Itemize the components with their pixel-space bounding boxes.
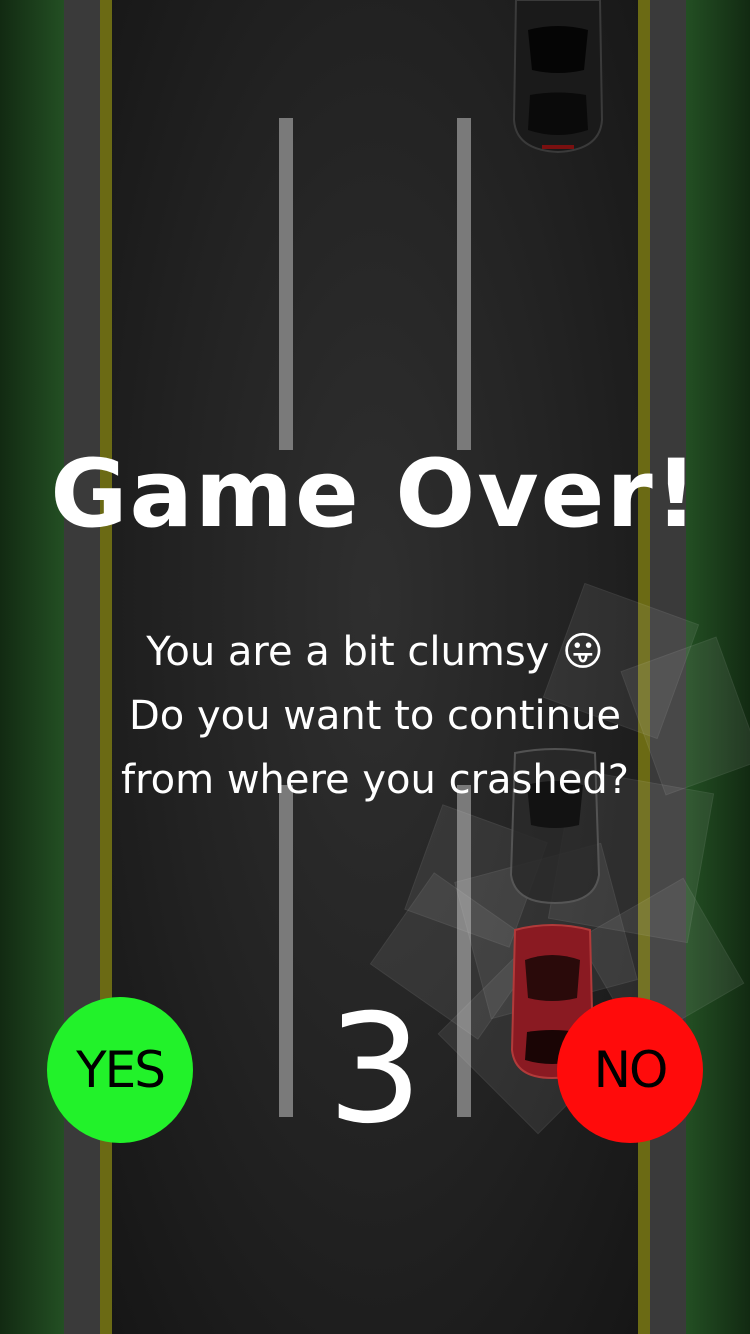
continue-message: You are a bit clumsy 😛 Do you want to co…	[0, 620, 750, 812]
no-button-label: NO	[593, 1041, 669, 1099]
yes-button-label: YES	[76, 1041, 166, 1099]
lane-marking	[457, 118, 471, 450]
message-line-1: You are a bit clumsy 😛	[146, 629, 604, 675]
no-button[interactable]: NO	[557, 997, 703, 1143]
game-screen: Game Over! You are a bit clumsy 😛 Do you…	[0, 0, 750, 1334]
game-over-title: Game Over!	[50, 440, 700, 549]
countdown-timer: 3	[327, 983, 423, 1157]
message-line-3: from where you crashed?	[121, 757, 629, 803]
yes-button[interactable]: YES	[47, 997, 193, 1143]
traffic-car	[512, 0, 604, 154]
message-line-2: Do you want to continue	[129, 693, 621, 739]
lane-marking	[279, 118, 293, 450]
lane-marking	[279, 785, 293, 1117]
